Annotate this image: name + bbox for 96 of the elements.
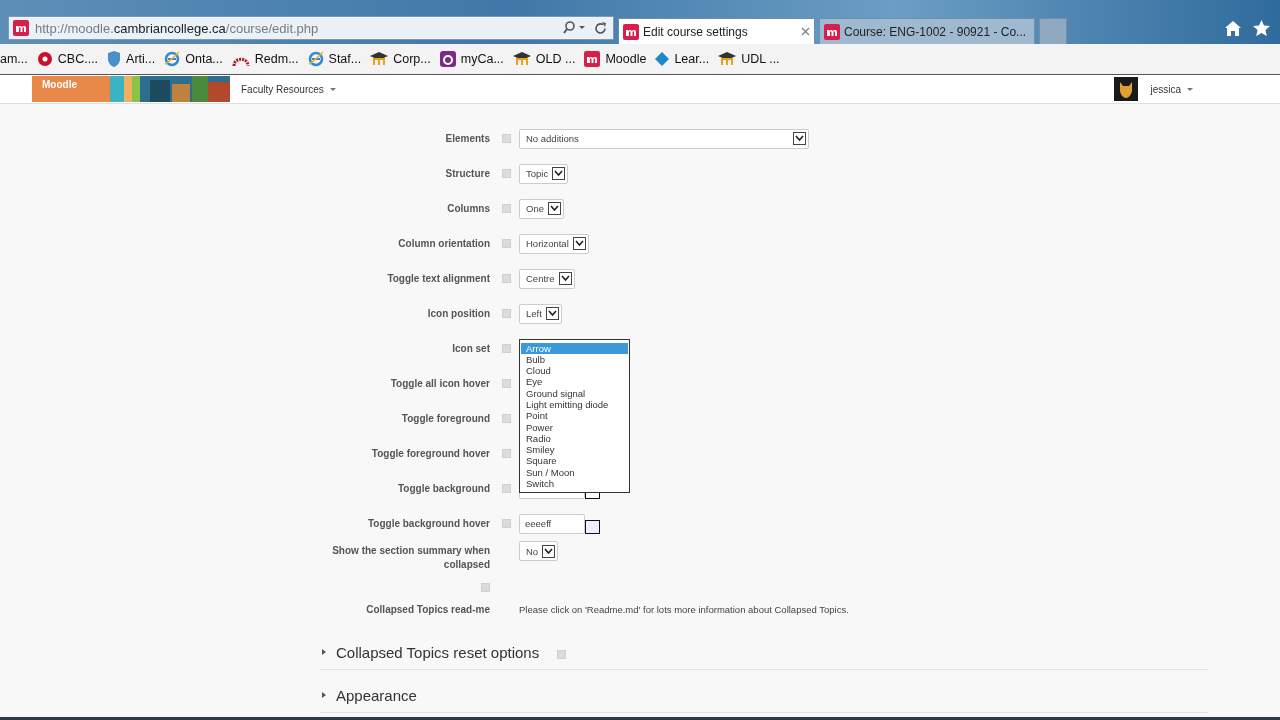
dropdown-option[interactable]: Bulb [521,353,628,366]
help-icon[interactable] [502,344,511,353]
user-avatar[interactable] [1114,77,1139,101]
url-text: http://moodle.cambriancollege.ca/course/edit.php [35,20,320,36]
expand-triangle-icon[interactable] [322,649,326,655]
help-icon[interactable] [502,414,511,423]
help-icon[interactable] [502,379,511,388]
bookmark-link[interactable]: Redm... [231,51,299,67]
field-label: Show the section summary when collapsed [331,544,490,572]
diamond-icon [655,52,670,66]
field-label: Icon position [426,306,490,321]
dropdown-option[interactable]: Cloud [521,365,628,377]
browser-e-icon [307,51,324,67]
help-icon[interactable] [502,169,511,178]
dropdown-option[interactable]: Radio [521,432,628,445]
dropdown-option[interactable]: Square [521,455,628,467]
refresh-icon[interactable] [594,21,607,35]
bookmark-link[interactable]: myCa... [439,51,504,67]
readme-text: Please click on 'Readme.md' for lots more information about Collapsed Topics. [519,604,849,615]
dropdown-option[interactable]: Eye [521,376,628,388]
moodle-m-icon [584,51,601,67]
home-icon[interactable] [1225,21,1241,36]
browser-e-icon [164,51,181,67]
color-field[interactable]: eeeeff [519,513,585,534]
browser-tab[interactable]: Course: ENG-1002 - 90921 - Co... [819,18,1036,44]
bookmark-link[interactable]: Staf... [307,51,362,67]
user-menu[interactable]: jessica [1150,83,1193,95]
dropdown-option[interactable]: Power [521,421,628,433]
bookmark-link[interactable]: am... [0,52,28,66]
expand-triangle-icon[interactable] [322,692,326,698]
select-field[interactable]: No additions [519,128,809,149]
field-label: Columns [446,201,490,216]
help-icon[interactable] [502,484,511,493]
dropdown-arrow-icon [545,307,559,320]
select-field[interactable]: Left [519,303,562,324]
help-icon[interactable] [502,204,511,213]
field-label: Collapsed Topics read-me [365,602,490,617]
field-label: Toggle background hover [366,516,490,531]
bookmark-link[interactable]: UDL ... [718,52,780,66]
mortarboard-icon [718,52,737,66]
dropdown-arrow-icon [572,237,586,250]
section-heading[interactable]: Appearance [336,686,417,704]
shield-icon [107,51,122,67]
dropdown-arrow-icon [558,272,572,285]
field-label: Toggle foreground hover [370,446,490,461]
section-heading[interactable]: Collapsed Topics reset options [336,643,540,661]
select-field[interactable]: No [519,541,559,561]
bookmark-link[interactable]: OLD ... [512,52,576,66]
bookmark-link[interactable]: Lear... [655,52,710,66]
select-field[interactable]: One [519,198,564,219]
dropdown-arrow-icon [793,132,806,145]
mortarboard-icon [370,52,389,66]
select-field[interactable]: Horizontal [519,233,589,254]
dropdown-option[interactable]: Smiley [521,444,628,456]
field-label: Toggle all icon hover [389,376,490,391]
help-icon[interactable] [502,449,511,458]
field-label: Toggle foreground [400,411,490,426]
dropdown-option[interactable]: Point [521,410,628,422]
field-label: Column orientation [397,236,490,251]
field-label: Toggle text alignment [386,271,490,286]
help-icon[interactable] [502,239,511,248]
help-icon[interactable] [557,649,567,659]
dropdown-arrow-icon [552,167,566,180]
dropdown-option[interactable]: Switch [521,478,628,490]
browser-tab[interactable]: Edit course settings [618,18,815,44]
new-tab-button[interactable] [1039,18,1068,44]
close-icon[interactable] [801,27,810,36]
address-bar[interactable]: http://moodle.cambriancollege.ca/course/edit.php [8,16,614,40]
help-icon[interactable] [502,134,511,143]
bookmark-link[interactable]: Moodle [584,51,647,67]
field-label: Icon set [451,341,490,356]
dropdown-option[interactable]: Ground signal [521,387,628,399]
bookmark-link[interactable]: Onta... [164,51,223,67]
field-label: Toggle background [396,481,490,496]
dropdown-arrow-icon [547,202,561,215]
mortarboard-icon [512,52,531,66]
field-label: Structure [444,166,490,181]
select-field[interactable]: Topic [519,163,569,184]
dropdown-option[interactable]: Light emitting diode [521,399,628,411]
moodle-m-icon [13,20,29,36]
help-icon[interactable] [502,274,511,283]
moodle-m-icon [623,23,639,40]
star-icon[interactable] [1253,20,1270,36]
faculty-resources-menu[interactable]: Faculty Resources [241,83,336,95]
color-swatch[interactable] [585,519,600,534]
bookmark-link[interactable]: Arti... [107,51,156,67]
bookmark-link[interactable]: CBC.... [36,51,99,67]
search-icon[interactable] [562,21,588,35]
dropdown-option[interactable]: Sun / Moon [521,466,628,479]
select-field[interactable]: Centre [519,268,575,289]
bookmark-link[interactable]: Corp... [370,52,431,66]
field-label: Elements [444,131,490,146]
moodle-m-icon [824,23,840,40]
help-icon[interactable] [502,309,511,318]
help-icon[interactable] [481,583,490,592]
help-icon[interactable] [502,519,511,528]
